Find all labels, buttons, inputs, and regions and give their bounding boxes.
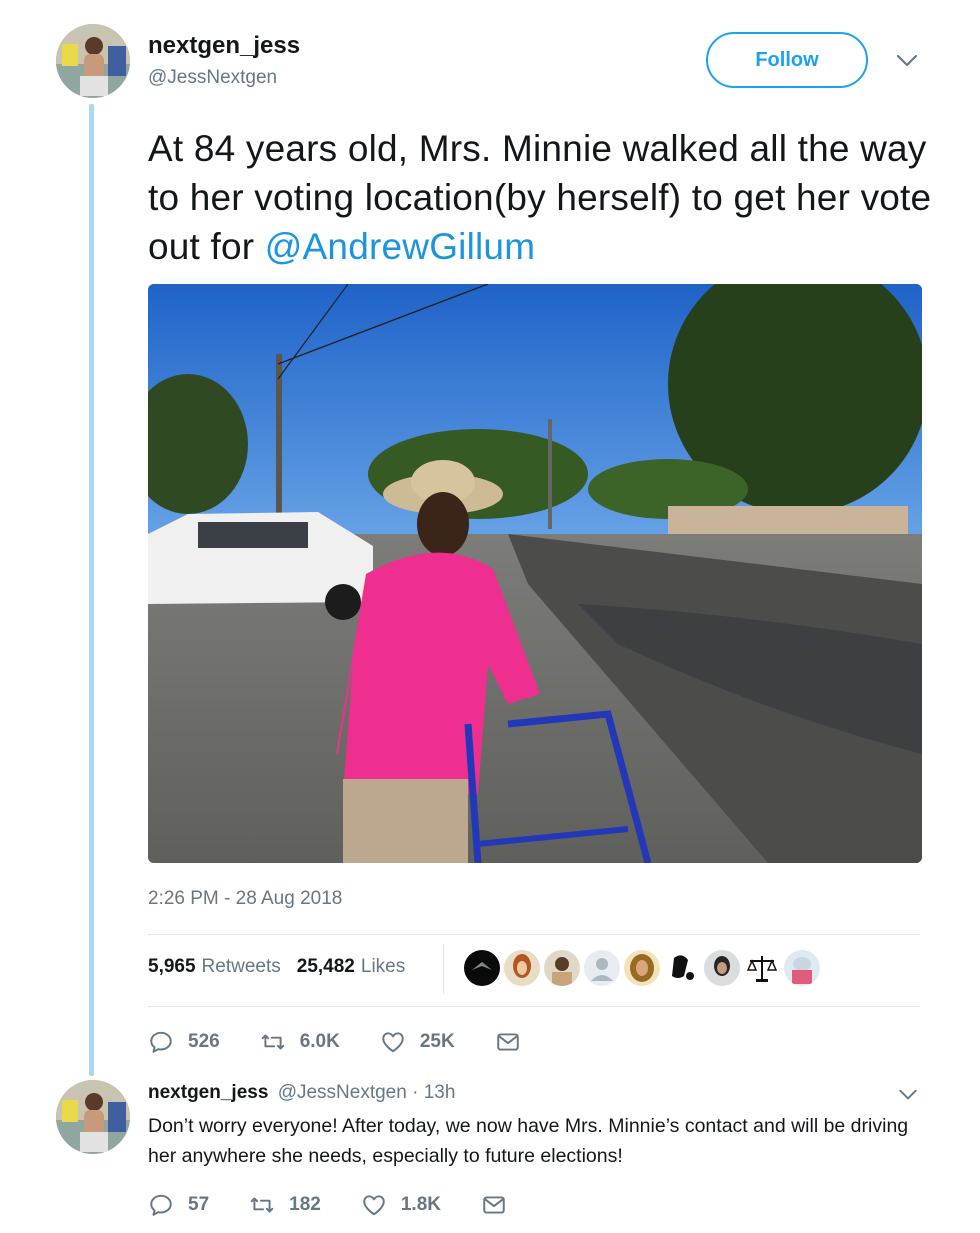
like-button[interactable]: 25K [380, 1029, 455, 1055]
chevron-down-icon[interactable] [898, 1089, 918, 1101]
message-icon [483, 1196, 505, 1214]
user-handle[interactable]: @JessNextgen [148, 67, 277, 89]
mention-link[interactable]: @AndrewGillum [265, 226, 535, 267]
avatar[interactable] [56, 24, 130, 98]
like-count: 25K [419, 1031, 455, 1052]
liker-avatar[interactable] [504, 950, 540, 986]
liker-avatar[interactable] [744, 950, 780, 986]
liker-avatar[interactable] [584, 950, 620, 986]
direct-message-button[interactable] [481, 1192, 521, 1218]
retweets-stat[interactable]: 5,965 Retweets [148, 956, 281, 978]
reply-actions: 57 182 1.8K [148, 1192, 521, 1218]
liker-avatar[interactable] [664, 950, 700, 986]
thread-line [89, 104, 94, 1076]
liker-avatar[interactable] [704, 950, 740, 986]
reply-count: 526 [188, 1031, 220, 1052]
liker-avatar[interactable] [784, 950, 820, 986]
retweet-icon [261, 1034, 284, 1050]
likes-count: 25,482 [296, 956, 355, 977]
reply-button[interactable]: 57 [148, 1192, 209, 1218]
chevron-down-icon[interactable] [896, 54, 918, 68]
like-count: 1.8K [400, 1194, 441, 1215]
stats-separator [443, 944, 444, 994]
display-name[interactable]: nextgen_jess [148, 32, 300, 60]
tweet-photo[interactable] [148, 284, 922, 863]
reply-button[interactable]: 526 [148, 1029, 220, 1055]
direct-message-button[interactable] [495, 1029, 535, 1055]
tweet-text: At 84 years old, Mrs. Minnie walked all … [148, 124, 938, 271]
retweet-count: 6.0K [299, 1031, 340, 1052]
message-icon [496, 1033, 519, 1051]
liker-avatar[interactable] [624, 950, 660, 986]
likes-stat-label: Likes [360, 956, 406, 977]
tweet-timestamp[interactable]: 2:26 PM - 28 Aug 2018 [148, 888, 342, 910]
retweet-icon [250, 1197, 274, 1213]
retweets-stat-label: Retweets [201, 956, 281, 977]
reply-icon [150, 1194, 172, 1216]
reply-text: Don’t worry everyone! After today, we no… [148, 1115, 909, 1167]
retweets-count: 5,965 [148, 956, 196, 977]
reply-icon [150, 1031, 172, 1053]
liker-avatar[interactable] [544, 950, 580, 986]
like-icon [382, 1032, 404, 1053]
retweet-button[interactable]: 182 [249, 1192, 321, 1218]
follow-button[interactable]: Follow [706, 32, 868, 88]
tweet-stats: 5,965 Retweets 25,482 Likes [148, 956, 405, 978]
reply-avatar[interactable] [56, 1080, 130, 1154]
retweet-count: 182 [289, 1194, 321, 1215]
divider [148, 934, 920, 935]
tweet-actions: 526 6.0K 25K [148, 1029, 535, 1055]
like-icon [363, 1195, 385, 1216]
divider [148, 1006, 920, 1007]
liker-avatars [464, 950, 820, 986]
reply-count: 57 [188, 1194, 210, 1215]
likes-stat[interactable]: 25,482 Likes [297, 956, 405, 978]
retweet-button[interactable]: 6.0K [260, 1029, 340, 1055]
like-button[interactable]: 1.8K [361, 1192, 441, 1218]
reply-time[interactable]: · 13h [412, 1082, 455, 1103]
reply-header: nextgen_jess @JessNextgen · 13h [148, 1082, 455, 1104]
liker-avatar[interactable] [464, 950, 500, 986]
reply-handle[interactable]: @JessNextgen [278, 1082, 407, 1103]
reply-display-name[interactable]: nextgen_jess [148, 1082, 268, 1103]
